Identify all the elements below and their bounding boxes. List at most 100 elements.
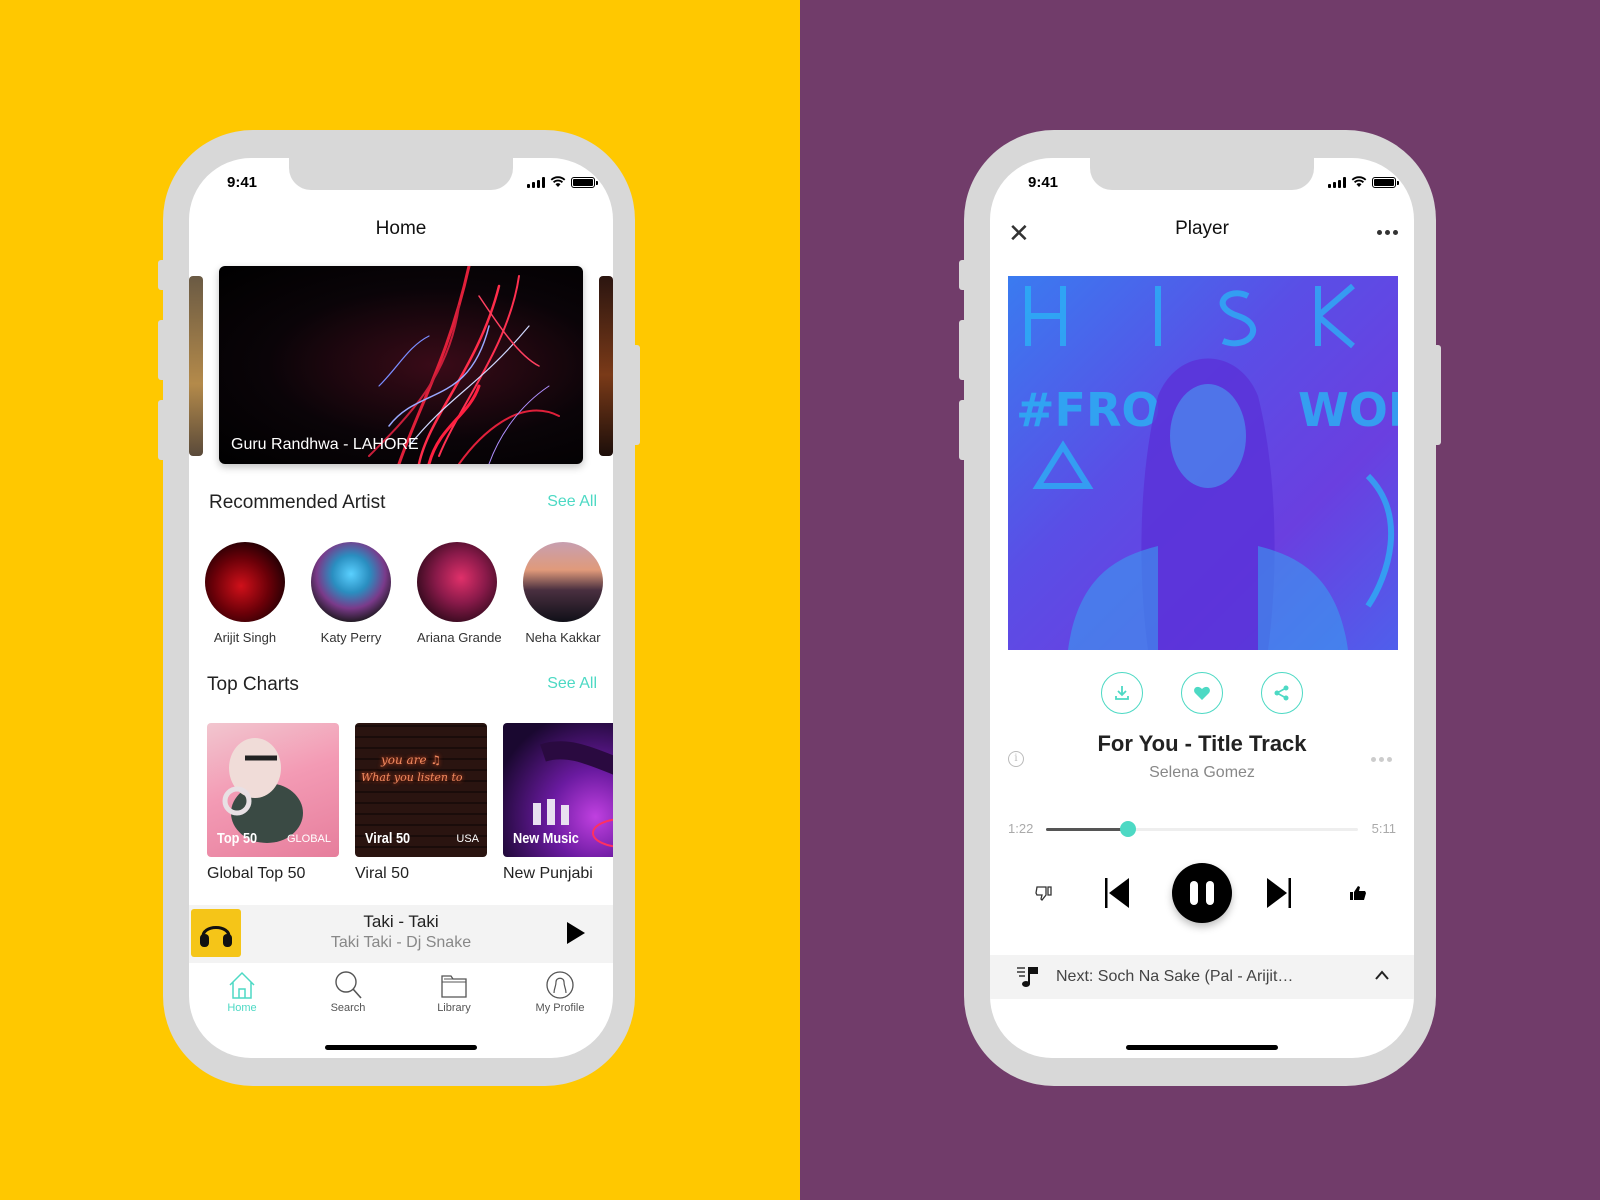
share-button[interactable] <box>1261 672 1303 714</box>
artist-item[interactable]: Neha Kakkar <box>523 542 603 645</box>
mini-player[interactable]: Taki - Taki Taki Taki - Dj Snake <box>189 905 613 963</box>
chart-region: GLOBAL <box>286 833 331 845</box>
chart-art: you are ♫ What you listen to Viral 50 US… <box>355 723 487 857</box>
page-title: Home <box>375 218 427 239</box>
chart-list: Top 50 GLOBAL Global Top 50 you are ♫ Wh… <box>207 723 613 883</box>
mute-switch <box>158 260 168 290</box>
queue-icon <box>1017 967 1038 987</box>
track-title: For You - Title Track <box>1097 731 1307 756</box>
mini-player-subtitle: Taki Taki - Dj Snake <box>330 934 472 951</box>
artist-name: Arijit Singh <box>213 630 277 645</box>
featured-banner[interactable]: Guru Randhwa - LAHORE <box>219 266 583 464</box>
signal-icon <box>1328 176 1346 188</box>
status-time: 9:41 <box>1028 174 1059 191</box>
status-time: 9:41 <box>227 174 258 191</box>
artist-item[interactable]: Ariana Grande <box>417 542 502 645</box>
wifi-icon <box>1351 176 1367 187</box>
heart-icon <box>1194 686 1210 700</box>
tab-my-profile[interactable]: My Profile <box>507 964 613 1024</box>
tab-label: Home <box>227 1002 257 1014</box>
neon-text-1: #FRO <box>1016 383 1161 437</box>
album-art: #FRO WOR <box>1008 276 1398 650</box>
folder-icon <box>441 975 467 998</box>
recommended-artist-heading: Recommended Artist <box>209 492 386 513</box>
current-time: 1:22 <box>1008 821 1034 836</box>
status-icons <box>527 176 598 188</box>
chart-art: Top 50 GLOBAL <box>207 723 339 857</box>
neon-line-1: you are ♫ <box>381 753 442 767</box>
download-button[interactable] <box>1101 672 1143 714</box>
favorite-button[interactable] <box>1181 672 1223 714</box>
tab-search[interactable]: Search <box>295 964 401 1024</box>
tab-home[interactable]: Home <box>189 964 295 1024</box>
phone-player: 9:41 ✕ Player #FRO WOR <box>959 130 1441 1086</box>
home-screen: 9:41 Home Guru Randhwa - LAHORE Recommen… <box>189 158 613 1058</box>
page-title: Player <box>1175 218 1229 239</box>
artist-list: Arijit Singh Katy Perry Ariana Grande Ne… <box>205 542 603 645</box>
chart-name: Global Top 50 <box>207 865 306 882</box>
next-button[interactable] <box>1262 863 1296 923</box>
notch <box>289 158 513 190</box>
pause-button[interactable] <box>1172 863 1232 923</box>
artist-item[interactable]: Katy Perry <box>311 542 391 645</box>
track-actions <box>990 672 1414 714</box>
up-next-bar[interactable]: Next: Soch Na Sake (Pal - Arijit… <box>990 955 1414 999</box>
battery-icon <box>1372 176 1399 188</box>
tab-label: My Profile <box>535 1002 585 1014</box>
notch <box>1090 158 1314 190</box>
tab-bar: Home Search Library My Profile <box>189 964 613 1024</box>
thumbs-down-icon <box>1035 886 1052 901</box>
chevron-up-icon[interactable] <box>1374 969 1390 981</box>
profile-icon <box>546 971 574 999</box>
next-icon <box>1267 878 1291 908</box>
more-options-icon[interactable] <box>1377 230 1398 235</box>
tab-label: Library <box>437 1002 471 1014</box>
home-icon <box>229 971 255 999</box>
artist-avatar <box>205 542 285 622</box>
mini-player-title: Taki - Taki <box>363 912 439 931</box>
volume-up-button <box>959 320 969 380</box>
player-screen: 9:41 ✕ Player #FRO WOR <box>990 158 1414 1058</box>
chart-card[interactable]: New Music Pun New Punjabi <box>503 723 613 883</box>
previous-button[interactable] <box>1100 863 1134 923</box>
chart-name: New Punjabi <box>503 865 593 882</box>
artist-name: Ariana Grande <box>417 630 502 645</box>
volume-down-button <box>959 400 969 460</box>
signal-icon <box>527 176 545 188</box>
dislike-button[interactable] <box>1030 863 1058 923</box>
status-icons <box>1328 176 1399 188</box>
playback-controls <box>990 863 1414 923</box>
neon-text-2: WOR <box>1298 383 1398 437</box>
chart-art: New Music Pun <box>503 723 613 857</box>
chart-card[interactable]: Top 50 GLOBAL Global Top 50 <box>207 723 339 883</box>
volume-down-button <box>158 400 168 460</box>
previous-icon <box>1105 878 1129 908</box>
like-button[interactable] <box>1344 863 1372 923</box>
total-time: 5:11 <box>1371 821 1396 836</box>
tab-label: Search <box>330 1002 366 1014</box>
chart-badge: New Music <box>513 830 579 847</box>
share-icon <box>1274 685 1289 701</box>
play-icon[interactable] <box>567 922 585 944</box>
seek-bar[interactable] <box>1046 821 1358 837</box>
tab-library[interactable]: Library <box>401 964 507 1024</box>
carousel-next-peek[interactable] <box>599 276 613 456</box>
seek-handle[interactable] <box>1119 821 1136 837</box>
top-charts-see-all-link[interactable]: See All <box>547 675 597 693</box>
artist-avatar <box>523 542 603 622</box>
carousel-prev-peek[interactable] <box>189 276 203 456</box>
volume-up-button <box>158 320 168 380</box>
artist-item[interactable]: Arijit Singh <box>205 542 285 645</box>
home-indicator[interactable] <box>325 1045 477 1050</box>
chart-badge: Top 50 <box>217 830 258 847</box>
light-trails-art <box>368 266 560 464</box>
battery-icon <box>571 176 598 188</box>
home-indicator[interactable] <box>1126 1045 1278 1050</box>
download-icon <box>1115 686 1129 700</box>
track-more-icon[interactable] <box>1371 757 1392 762</box>
artist-name: Katy Perry <box>320 630 382 645</box>
chart-card[interactable]: you are ♫ What you listen to Viral 50 US… <box>355 723 487 883</box>
power-button <box>1431 345 1441 445</box>
recommended-see-all-link[interactable]: See All <box>547 493 597 511</box>
chart-name: Viral 50 <box>355 865 409 882</box>
